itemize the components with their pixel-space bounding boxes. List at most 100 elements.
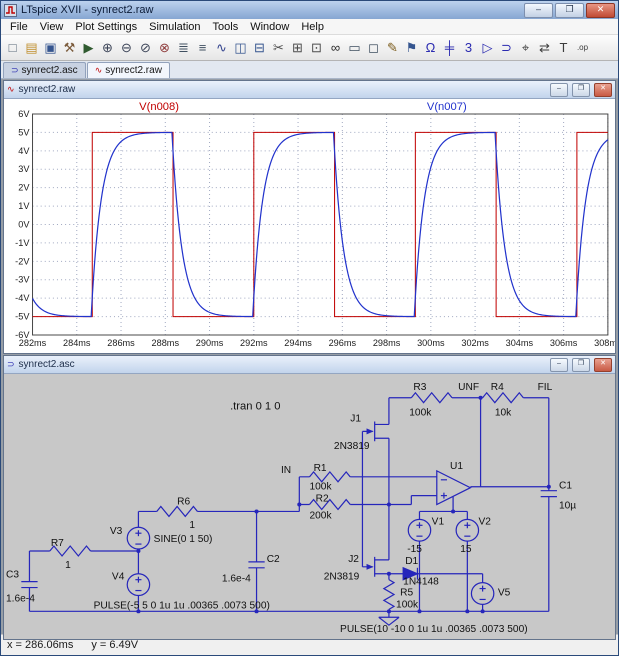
value-R7[interactable]: 1 (65, 560, 71, 571)
menu-file[interactable]: File (4, 21, 34, 33)
label-R4[interactable]: R4 (491, 382, 504, 393)
voltage-source-V4[interactable] (127, 574, 149, 596)
zoom-in-button[interactable]: ⊕ (98, 37, 117, 58)
spice-directive-button[interactable]: .op (573, 37, 592, 58)
move-button[interactable]: ⌖ (516, 37, 535, 58)
copy-button[interactable]: ⊞ (288, 37, 307, 58)
label-C1[interactable]: C1 (559, 481, 572, 492)
tab-synrect2.asc[interactable]: ⊃synrect2.asc (3, 62, 86, 78)
drag-button[interactable]: ⇄ (535, 37, 554, 58)
label-R3[interactable]: R3 (413, 382, 426, 393)
find-button[interactable]: ∞ (326, 37, 345, 58)
print-button[interactable]: ▭ (345, 37, 364, 58)
paste-button[interactable]: ⊡ (307, 37, 326, 58)
label-R1[interactable]: R1 (314, 463, 327, 474)
plot-settings-button[interactable]: ∿ (212, 37, 231, 58)
waveform-plot-canvas[interactable]: 282ms284ms286ms288ms290ms292ms294ms296ms… (4, 99, 615, 353)
menu-plot-settings[interactable]: Plot Settings (69, 21, 143, 33)
tile-vertical-button[interactable]: ◫ (231, 37, 250, 58)
value-R6[interactable]: 1 (189, 520, 195, 531)
capacitor-C2[interactable] (248, 562, 264, 568)
plot-close-button[interactable]: ✕ (594, 83, 612, 97)
legend-V(n007)[interactable]: V(n007) (427, 101, 467, 113)
diode-button[interactable]: ▷ (478, 37, 497, 58)
value-J2[interactable]: 2N3819 (324, 572, 360, 583)
menu-help[interactable]: Help (295, 21, 330, 33)
schematic-window-titlebar[interactable]: ⊃ synrect2.asc – ❐ ✕ (4, 356, 615, 374)
value-V5[interactable]: PULSE(10 -10 0 1u 1u .00365 .0073 500) (340, 624, 528, 635)
value-R2[interactable]: 200k (310, 510, 333, 521)
label-V3[interactable]: V3 (110, 526, 123, 537)
value-V1[interactable]: -15 (407, 544, 422, 555)
close-button[interactable]: ✕ (586, 3, 615, 18)
capacitor-C1[interactable] (541, 491, 557, 497)
schem-minimize-button[interactable]: – (550, 358, 568, 372)
label-V1[interactable]: V1 (432, 516, 445, 527)
label-R6[interactable]: R6 (177, 497, 190, 508)
value-J1[interactable]: 2N3819 (334, 441, 370, 452)
minimize-button[interactable]: – (524, 3, 553, 18)
new-schematic-button[interactable]: □ (3, 37, 22, 58)
value-D1[interactable]: 1N4148 (403, 577, 439, 588)
net-label-FIL[interactable]: FIL (538, 382, 553, 393)
label-R7[interactable]: R7 (51, 538, 64, 549)
waveform-window-titlebar[interactable]: ∿ synrect2.raw – ❐ ✕ (4, 81, 615, 99)
cut-button[interactable]: ✂ (269, 37, 288, 58)
capacitor-button[interactable]: ╪ (440, 37, 459, 58)
schematic-canvas-area[interactable]: .tran 0 1 0 R3 100k UNF R4 10k FIL J1 2N… (4, 374, 615, 639)
resistor-R3[interactable] (411, 393, 452, 403)
label-D1[interactable]: D1 (405, 556, 418, 567)
label-J2[interactable]: J2 (348, 554, 359, 565)
value-C2[interactable]: 1.6e-4 (222, 574, 251, 585)
label-R5[interactable]: R5 (400, 588, 413, 599)
waveform-plot-area[interactable]: 282ms284ms286ms288ms290ms292ms294ms296ms… (4, 99, 615, 353)
value-R5[interactable]: 100k (396, 599, 419, 610)
open-button[interactable]: ▤ (22, 37, 41, 58)
zoom-full-extents-button[interactable]: ⊗ (155, 37, 174, 58)
print-preview-button[interactable]: ◻ (364, 37, 383, 58)
maximize-button[interactable]: ❐ (555, 3, 584, 18)
value-R1[interactable]: 100k (310, 482, 333, 493)
error-log-button[interactable]: ≡ (193, 37, 212, 58)
zoom-back-button[interactable]: ⊖ (117, 37, 136, 58)
value-R4[interactable]: 10k (495, 408, 512, 419)
value-C1[interactable]: 10µ (559, 501, 576, 512)
inductor-button[interactable]: 3 (459, 37, 478, 58)
label-net-button[interactable]: ⚑ (402, 37, 421, 58)
voltage-source-V3[interactable] (127, 527, 149, 549)
label-V2[interactable]: V2 (479, 516, 492, 527)
schem-close-button[interactable]: ✕ (594, 358, 612, 372)
resistor-R6[interactable] (157, 507, 198, 517)
label-C3[interactable]: C3 (6, 570, 19, 581)
menu-view[interactable]: View (34, 21, 70, 33)
label-C2[interactable]: C2 (267, 554, 280, 565)
label-R2[interactable]: R2 (316, 494, 329, 505)
label-V4[interactable]: V4 (112, 572, 125, 583)
net-label-UNF[interactable]: UNF (458, 382, 479, 393)
control-panel-button[interactable]: ⚒ (60, 37, 79, 58)
value-C3[interactable]: 1.6e-4 (6, 594, 35, 605)
save-button[interactable]: ▣ (41, 37, 60, 58)
resistor-R4[interactable] (483, 393, 524, 403)
text-button[interactable]: T (554, 37, 573, 58)
value-V3[interactable]: SINE(0 1 50) (154, 534, 213, 545)
net-label-IN[interactable]: IN (281, 465, 291, 476)
jfet-J2[interactable] (367, 564, 374, 570)
spice-netlist-button[interactable]: ≣ (174, 37, 193, 58)
voltage-source-V5[interactable] (471, 583, 493, 605)
plot-restore-button[interactable]: ❐ (572, 83, 590, 97)
label-J1[interactable]: J1 (350, 414, 361, 425)
run-button[interactable]: ▶ (79, 37, 98, 58)
value-V4[interactable]: PULSE(-5 5 0 1u 1u .00365 .0073 500) (94, 600, 270, 611)
menu-window[interactable]: Window (244, 21, 295, 33)
schematic-canvas[interactable]: .tran 0 1 0 R3 100k UNF R4 10k FIL J1 2N… (4, 374, 615, 639)
schem-restore-button[interactable]: ❐ (572, 358, 590, 372)
menu-simulation[interactable]: Simulation (143, 21, 206, 33)
menu-tools[interactable]: Tools (207, 21, 245, 33)
voltage-source-V1[interactable] (408, 519, 430, 541)
schematic-wires[interactable] (29, 398, 548, 625)
value-V2[interactable]: 15 (460, 544, 472, 555)
directive-text[interactable]: .tran 0 1 0 (230, 401, 280, 413)
component-button[interactable]: ⊃ (497, 37, 516, 58)
jfet-J1[interactable] (367, 428, 374, 434)
